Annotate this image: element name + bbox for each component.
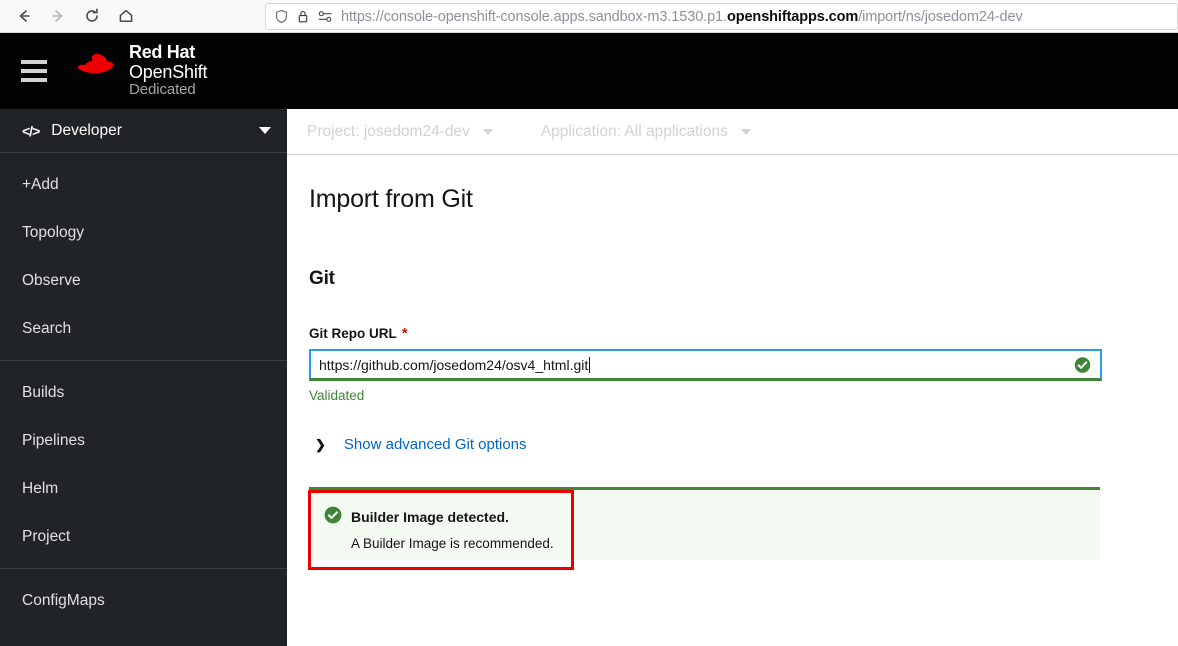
sidebar-item-pipelines[interactable]: Pipelines [0, 417, 287, 465]
chevron-right-icon: ❯ [315, 436, 326, 452]
reload-icon[interactable] [76, 2, 108, 30]
text-caret [589, 356, 591, 373]
perspective-label: Developer [51, 121, 122, 139]
lock-icon [296, 9, 310, 24]
permissions-icon[interactable] [317, 9, 334, 24]
hamburger-bar [21, 60, 47, 64]
sidebar-item-helm[interactable]: Helm [0, 465, 287, 513]
git-repo-url-value: https://github.com/josedom24/osv4_html.g… [319, 356, 591, 373]
url-prefix: https://console-openshift-console.apps.s… [341, 8, 727, 25]
git-repo-url-helper-text: Validated [309, 388, 365, 403]
success-check-icon [324, 506, 342, 527]
project-selector[interactable]: Project: josedom24-dev [307, 123, 493, 141]
chevron-down-icon [740, 128, 751, 135]
sidebar-item-observe[interactable]: Observe [0, 257, 287, 305]
url-domain: openshiftapps.com [726, 8, 859, 25]
url-suffix: /import/ns/josedom24-dev [858, 8, 1023, 25]
sidebar: </> Developer +Add Topology Observe Sear… [0, 109, 287, 646]
project-application-bar: Project: josedom24-dev Application: All … [287, 109, 1178, 155]
builder-image-alert-title: Builder Image detected. [324, 506, 1100, 527]
hamburger-bar [21, 78, 47, 82]
builder-image-alert-body: Builder Image detected. A Builder Image … [309, 490, 1100, 551]
back-arrow-icon[interactable] [8, 2, 40, 30]
address-bar[interactable]: https://console-openshift-console.apps.s… [265, 3, 1178, 30]
main-content: Project: josedom24-dev Application: All … [287, 109, 1178, 646]
browser-nav-buttons [0, 2, 142, 30]
brand-line-dedicated: Dedicated [129, 81, 196, 99]
git-repo-url-input[interactable]: https://github.com/josedom24/osv4_html.g… [309, 349, 1102, 381]
sidebar-nav-tertiary: ConfigMaps [0, 569, 287, 625]
chevron-down-icon [259, 127, 271, 134]
sidebar-item-project[interactable]: Project [0, 513, 287, 561]
brand-text: Red Hat OpenShift Dedicated [129, 42, 208, 99]
hamburger-bar [21, 69, 47, 73]
sidebar-item-add[interactable]: +Add [0, 161, 287, 209]
brand-line-redhat: Red Hat [129, 42, 195, 63]
section-title-git: Git [309, 268, 335, 289]
red-hat-fedora-icon [72, 45, 120, 84]
sidebar-nav-secondary: Builds Pipelines Helm Project [0, 361, 287, 561]
page-title: Import from Git [309, 185, 473, 213]
application-selector-label: Application: All applications [540, 122, 728, 140]
chevron-down-icon [482, 128, 493, 135]
code-icon: </> [22, 122, 40, 139]
sidebar-nav-primary: +Add Topology Observe Search [0, 153, 287, 353]
git-repo-url-label: Git Repo URL * [309, 326, 1178, 341]
brand-logo[interactable]: Red Hat OpenShift Dedicated [72, 43, 207, 98]
git-repo-url-label-text: Git Repo URL [309, 326, 397, 341]
import-form: Import from Git Git Git Repo URL * https… [287, 155, 1178, 570]
show-advanced-git-options-link[interactable]: Show advanced Git options [344, 436, 527, 453]
sidebar-item-search[interactable]: Search [0, 305, 287, 353]
url-text: https://console-openshift-console.apps.s… [341, 9, 1023, 25]
page-body: </> Developer +Add Topology Observe Sear… [0, 109, 1178, 646]
validated-check-icon [1074, 356, 1091, 373]
forward-arrow-icon[interactable] [42, 2, 74, 30]
builder-image-alert-title-text: Builder Image detected. [351, 508, 509, 525]
show-advanced-git-options[interactable]: ❯ Show advanced Git options [309, 436, 1178, 453]
sidebar-item-builds[interactable]: Builds [0, 369, 287, 417]
project-selector-label: Project: josedom24-dev [307, 122, 470, 140]
builder-image-alert: Builder Image detected. A Builder Image … [308, 487, 1100, 570]
perspective-switcher[interactable]: </> Developer [0, 109, 287, 153]
required-asterisk: * [401, 325, 408, 342]
hamburger-menu-icon[interactable] [14, 51, 54, 91]
sidebar-item-topology[interactable]: Topology [0, 209, 287, 257]
brand-line-openshift: OpenShift [129, 61, 208, 82]
masthead: Red Hat OpenShift Dedicated [0, 33, 1178, 109]
browser-toolbar: https://console-openshift-console.apps.s… [0, 0, 1178, 33]
home-icon[interactable] [110, 2, 142, 30]
application-selector[interactable]: Application: All applications [541, 123, 751, 141]
builder-image-alert-description: A Builder Image is recommended. [351, 536, 554, 551]
shield-icon [274, 9, 289, 24]
sidebar-item-configmaps[interactable]: ConfigMaps [0, 577, 287, 625]
